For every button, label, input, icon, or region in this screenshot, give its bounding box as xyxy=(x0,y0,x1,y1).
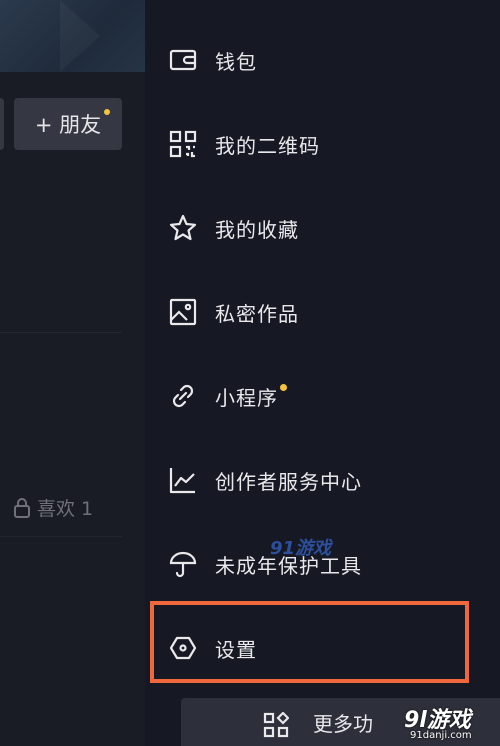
menu-item-label: 我的收藏 xyxy=(215,217,299,242)
notification-dot xyxy=(104,109,110,115)
settings-highlight-frame xyxy=(150,601,469,683)
menu-item-label: 我的二维码 xyxy=(215,133,320,158)
profile-panel-background: + 朋友 喜欢 1 xyxy=(0,0,145,746)
add-friend-label: + 朋友 xyxy=(34,113,102,137)
menu-item-favorites[interactable]: 我的收藏 xyxy=(145,198,500,258)
menu-item-qrcode[interactable]: 我的二维码 xyxy=(145,114,500,174)
profile-banner xyxy=(0,0,145,72)
menu-item-label: 创作者服务中心 xyxy=(215,469,362,494)
watermark-center: 91游戏 xyxy=(270,538,332,559)
divider xyxy=(0,536,122,537)
divider xyxy=(0,332,122,333)
menu-item-text: 小程序 xyxy=(215,385,278,410)
add-friend-button[interactable]: + 朋友 xyxy=(14,98,122,150)
chart-icon xyxy=(169,466,197,494)
qrcode-icon xyxy=(169,130,197,158)
notification-dot xyxy=(280,383,287,391)
menu-item-label: 私密作品 xyxy=(215,301,299,326)
menu-item-creator-center[interactable]: 创作者服务中心 xyxy=(145,450,500,510)
menu-item-mini-programs[interactable]: 小程序 xyxy=(145,366,500,426)
edit-profile-button-partial[interactable] xyxy=(0,98,4,150)
watermark-url: 91danji.com xyxy=(410,730,472,741)
menu-item-private-works[interactable]: 私密作品 xyxy=(145,282,500,342)
watermark-corner: 9l游戏 91danji.com xyxy=(404,700,500,746)
link-icon xyxy=(169,382,197,410)
wallet-icon xyxy=(169,46,197,74)
likes-label: 喜欢 1 xyxy=(37,498,94,520)
likes-tab[interactable]: 喜欢 1 xyxy=(13,494,93,521)
menu-item-wallet[interactable]: 钱包 xyxy=(145,30,500,90)
grid-apps-icon xyxy=(263,711,290,742)
menu-item-label: 小程序 xyxy=(215,382,287,411)
more-functions-label: 更多功 xyxy=(313,712,373,736)
umbrella-icon xyxy=(169,550,197,578)
star-icon xyxy=(169,214,197,242)
lock-icon xyxy=(14,497,30,518)
menu-item-label: 钱包 xyxy=(215,49,257,74)
image-icon xyxy=(169,298,197,326)
